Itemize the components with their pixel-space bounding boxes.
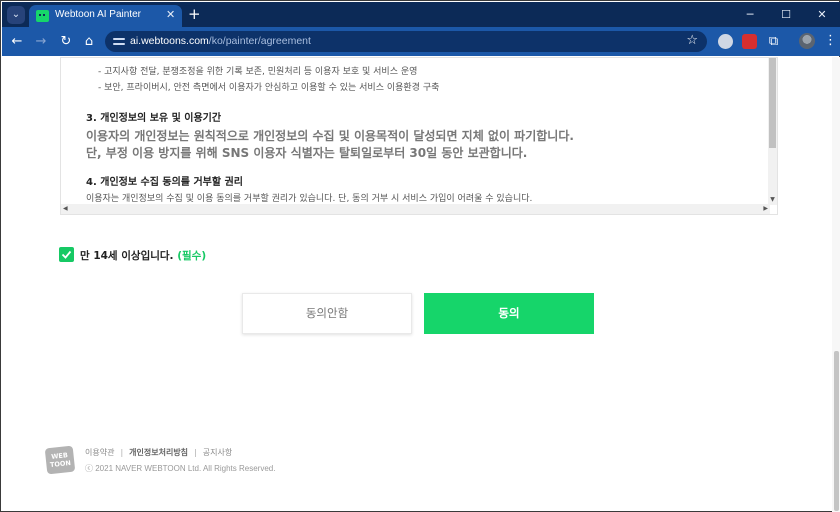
disagree-button[interactable]: 동의안함 xyxy=(242,293,412,334)
required-tag: (필수) xyxy=(177,250,207,262)
forward-arrow-right-icon[interactable]: → xyxy=(32,33,50,51)
terms-section-3-title: 3. 개인정보의 보유 및 이용기간 xyxy=(86,113,222,124)
agree-button[interactable]: 동의 xyxy=(424,293,594,334)
page-scroll-thumb[interactable] xyxy=(834,351,839,511)
terms-purpose-line-2: - 보안, 프라이버시, 안전 측면에서 이용자가 안심하고 이용할 수 있는 … xyxy=(98,83,440,93)
terms-section-3-body-1: 이용자의 개인정보는 원칙적으로 개인정보의 수집 및 이용목적이 달성되면 지… xyxy=(86,129,574,143)
menu-more-vert-icon[interactable]: ⋮ xyxy=(824,34,837,48)
window-controls: ─ ☐ ✕ xyxy=(732,2,840,27)
age-confirm-checkbox[interactable] xyxy=(59,247,74,262)
webtoon-favicon-icon xyxy=(36,10,49,22)
footer-privacy-link[interactable]: 개인정보처리방침 xyxy=(129,448,188,457)
scroll-down-arrow-icon[interactable]: ▼ xyxy=(768,196,777,203)
page-scrollbar[interactable] xyxy=(832,57,840,512)
reload-icon[interactable]: ↻ xyxy=(57,33,75,51)
footer-terms-link[interactable]: 이용약관 xyxy=(85,448,114,457)
webtoon-logo-icon: WEB TOON xyxy=(44,445,76,475)
terms-purpose-line-1: - 고지사항 전달, 분쟁조정을 위한 기록 보존, 민원처리 등 이용자 보호… xyxy=(98,67,418,77)
address-bar[interactable]: ai.webtoons.com/ko/painter/agreement ☆ xyxy=(105,31,707,52)
tab-title: Webtoon AI Painter xyxy=(55,9,141,20)
url-text: ai.webtoons.com/ko/painter/agreement xyxy=(130,35,311,47)
window-close-icon[interactable]: ✕ xyxy=(804,2,840,27)
footer-copyright: ⓒ 2021 NAVER WEBTOON Ltd. All Rights Res… xyxy=(85,464,276,473)
bookmark-star-icon[interactable]: ☆ xyxy=(686,33,698,48)
home-icon[interactable]: ⌂ xyxy=(80,33,98,51)
privacy-terms-box[interactable]: - 고지사항 전달, 분쟁조정을 위한 기록 보존, 민원처리 등 이용자 보호… xyxy=(60,57,778,215)
extension-globe-icon[interactable] xyxy=(718,34,733,49)
terms-section-4-title: 4. 개인정보 수집 동의를 거부할 권리 xyxy=(86,177,243,188)
terms-section-3-body-2: 단, 부정 이용 방지를 위해 SNS 이용자 식별자는 탈퇴일로부터 30일 … xyxy=(86,146,528,160)
extensions-puzzle-icon[interactable]: ⧉ xyxy=(766,34,781,49)
back-arrow-left-icon[interactable]: ← xyxy=(8,33,26,51)
checkmark-icon xyxy=(61,250,72,259)
extension-red-icon[interactable] xyxy=(742,34,757,49)
terms-scroll-thumb[interactable] xyxy=(769,58,776,148)
browser-toolbar: ← → ↻ ⌂ ai.webtoons.com/ko/painter/agree… xyxy=(2,27,840,56)
terms-horizontal-scrollbar[interactable]: ◀ ▶ xyxy=(61,204,770,214)
scroll-left-arrow-icon[interactable]: ◀ xyxy=(63,205,68,212)
new-tab-plus-icon[interactable]: + xyxy=(188,5,201,23)
footer-notice-link[interactable]: 공지사항 xyxy=(203,448,232,457)
age-confirm-label[interactable]: 만 14세 이상입니다. (필수) xyxy=(80,248,206,263)
tab-strip: ⌄ Webtoon AI Painter ✕ + ─ ☐ ✕ xyxy=(2,2,840,27)
maximize-icon[interactable]: ☐ xyxy=(768,2,804,27)
terms-vertical-scrollbar[interactable]: ▼ xyxy=(768,58,777,205)
tab-search-chevron-down-icon[interactable]: ⌄ xyxy=(7,6,25,24)
site-info-icon[interactable] xyxy=(113,36,125,47)
footer-links: 이용약관 | 개인정보처리방침 | 공지사항 xyxy=(85,448,233,457)
scroll-right-arrow-icon[interactable]: ▶ xyxy=(763,205,768,212)
tab-webtoon-ai-painter[interactable]: Webtoon AI Painter ✕ xyxy=(29,5,182,27)
terms-section-4-body: 이용자는 개인정보의 수집 및 이용 동의를 거부할 권리가 있습니다. 단, … xyxy=(86,194,533,204)
browser-window: ⌄ Webtoon AI Painter ✕ + ─ ☐ ✕ ← → ↻ ⌂ a… xyxy=(0,0,840,512)
minimize-icon[interactable]: ─ xyxy=(732,2,768,27)
tab-close-icon[interactable]: ✕ xyxy=(166,8,175,21)
profile-avatar[interactable] xyxy=(799,33,815,49)
